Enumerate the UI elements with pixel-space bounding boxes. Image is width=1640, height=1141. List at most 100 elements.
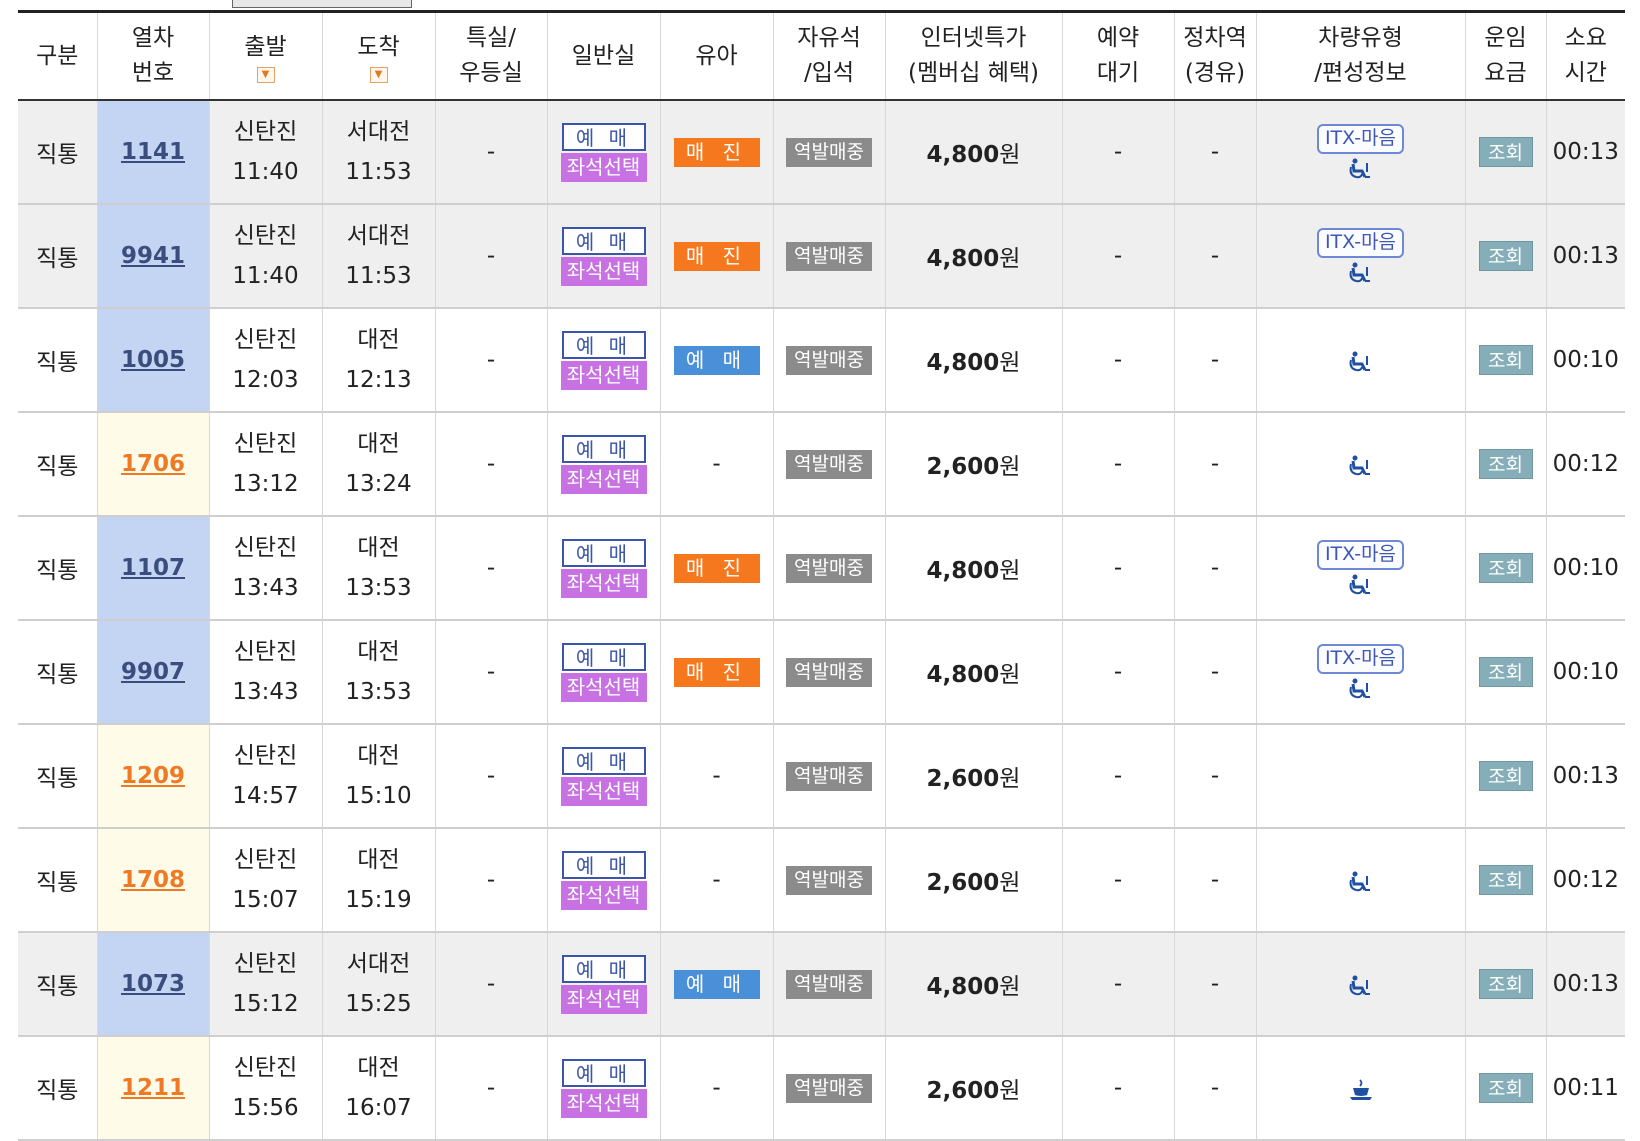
train-number-link[interactable]: 9907 [121,659,185,685]
book-button[interactable]: 예 매 [561,642,646,671]
fare-view-button[interactable]: 조회 [1478,761,1533,791]
fare-view-button[interactable]: 조회 [1478,969,1533,999]
internet-price: 4,800원 [885,516,1063,621]
seat-select-button[interactable]: 좌석선택 [560,776,647,806]
stops-cell: - [1174,932,1257,1037]
column-header: 일반실 [547,11,661,101]
book-button[interactable]: 예 매 [561,122,646,151]
itx-maeum-badge[interactable]: ITX-마음 [1316,644,1405,674]
infant-cell: 예 매 [660,932,774,1037]
arrival-time: 11:53 [345,159,412,185]
table-row: 직통 1211 신탄진 15:56 대전 16:07- 예 매 좌석선택 - 역발매중 2,600원… [18,1036,1625,1141]
fare-view-button[interactable]: 조회 [1478,137,1533,167]
fare-view-button[interactable]: 조회 [1478,345,1533,375]
train-number-link[interactable]: 9941 [121,243,185,269]
free-seat-cell: 역발매중 [773,724,886,829]
train-number-link[interactable]: 1708 [121,867,185,893]
arrival-station: 대전 [357,743,400,769]
column-header[interactable]: 출발 ▼ [209,11,323,101]
internet-price: 2,600원 [885,828,1063,933]
duration: 00:11 [1546,1036,1625,1141]
internet-price: 2,600원 [885,724,1063,829]
vehicle-type-cell: ITX-마음 [1256,620,1466,725]
book-button[interactable]: 예 매 [561,954,646,983]
special-class: - [435,620,548,725]
itx-maeum-badge[interactable]: ITX-마음 [1316,124,1405,154]
departure-time: 15:12 [232,991,299,1017]
itx-maeum-badge[interactable]: ITX-마음 [1316,228,1405,258]
departure-cell: 신탄진 11:40 [209,204,323,309]
fare-view-button[interactable]: 조회 [1478,1073,1533,1103]
book-button[interactable]: 예 매 [561,850,646,879]
waitlist-cell: - [1062,516,1175,621]
general-class-cell: 예 매 좌석선택 [547,100,661,205]
free-seat-cell: 역발매중 [773,1036,886,1141]
departure-station: 신탄진 [233,327,298,353]
price-unit: 원 [999,142,1021,168]
top-strip-button[interactable] [232,0,412,8]
column-header: 정차역 (경유) [1174,11,1257,101]
wheelchair-icon [1349,455,1370,476]
duration: 00:10 [1546,516,1625,621]
table-row: 직통 1005 신탄진 12:03 대전 12:13- 예 매 좌석선택 예 매 역발매중 4,80… [18,308,1625,413]
book-button[interactable]: 예 매 [561,226,646,255]
table-row: 직통 1706 신탄진 13:12 대전 13:24- 예 매 좌석선택 - 역발매중 2,600원… [18,412,1625,517]
vehicle-type-cell [1256,412,1466,517]
fare-view-button[interactable]: 조회 [1478,657,1533,687]
seat-select-button[interactable]: 좌석선택 [560,672,647,702]
book-button[interactable]: 예 매 [561,434,646,463]
column-header[interactable]: 도착 ▼ [322,11,436,101]
fare-cell: 조회 [1465,204,1547,309]
book-button[interactable]: 예 매 [561,1058,646,1087]
arrival-time: 15:10 [345,783,412,809]
book-button[interactable]: 예 매 [561,538,646,567]
train-number-cell: 1211 [97,1036,210,1141]
seat-select-button[interactable]: 좌석선택 [560,984,647,1014]
price-unit: 원 [999,766,1021,792]
seat-select-button[interactable]: 좌석선택 [560,360,647,390]
seat-select-button[interactable]: 좌석선택 [560,568,647,598]
train-number-link[interactable]: 1706 [121,451,185,477]
train-number-cell: 9907 [97,620,210,725]
departure-cell: 신탄진 11:40 [209,100,323,205]
seat-select-button[interactable]: 좌석선택 [560,880,647,910]
sort-down-icon[interactable]: ▼ [369,66,388,83]
train-number-link[interactable]: 1141 [121,139,185,165]
fare-view-button[interactable]: 조회 [1478,241,1533,271]
infant-book-button[interactable]: 예 매 [673,345,760,375]
internet-price: 4,800원 [885,308,1063,413]
train-number-link[interactable]: 1005 [121,347,185,373]
fare-view-button[interactable]: 조회 [1478,553,1533,583]
arrival-station: 대전 [357,1055,400,1081]
station-sale-badge: 역발매중 [786,137,872,167]
wheelchair-icon [1349,158,1370,179]
wheelchair-icon [1349,975,1370,996]
fare-view-button[interactable]: 조회 [1478,865,1533,895]
train-number-link[interactable]: 1107 [121,555,185,581]
train-number-link[interactable]: 1209 [121,763,185,789]
train-number-cell: 1706 [97,412,210,517]
fare-view-button[interactable]: 조회 [1478,449,1533,479]
book-button[interactable]: 예 매 [561,746,646,775]
infant-book-button[interactable]: 예 매 [673,969,760,999]
general-class-cell: 예 매 좌석선택 [547,932,661,1037]
column-header: 차량유형/편성정보 [1256,11,1466,101]
column-header: 유아 [660,11,774,101]
sort-down-icon[interactable]: ▼ [256,66,275,83]
wheelchair-icon [1349,351,1370,372]
departure-station: 신탄진 [233,639,298,665]
itx-maeum-badge[interactable]: ITX-마음 [1316,540,1405,570]
seat-select-button[interactable]: 좌석선택 [560,256,647,286]
wheelchair-icon [1349,678,1370,699]
arrival-cell: 서대전 15:25 [322,932,436,1037]
train-number-link[interactable]: 1073 [121,971,185,997]
general-class-cell: 예 매 좌석선택 [547,204,661,309]
seat-select-button[interactable]: 좌석선택 [560,1088,647,1118]
price-unit: 원 [999,350,1021,376]
special-class: - [435,932,548,1037]
book-button[interactable]: 예 매 [561,330,646,359]
seat-select-button[interactable]: 좌석선택 [560,464,647,494]
arrival-station: 대전 [357,327,400,353]
seat-select-button[interactable]: 좌석선택 [560,152,647,182]
train-number-link[interactable]: 1211 [121,1075,185,1101]
